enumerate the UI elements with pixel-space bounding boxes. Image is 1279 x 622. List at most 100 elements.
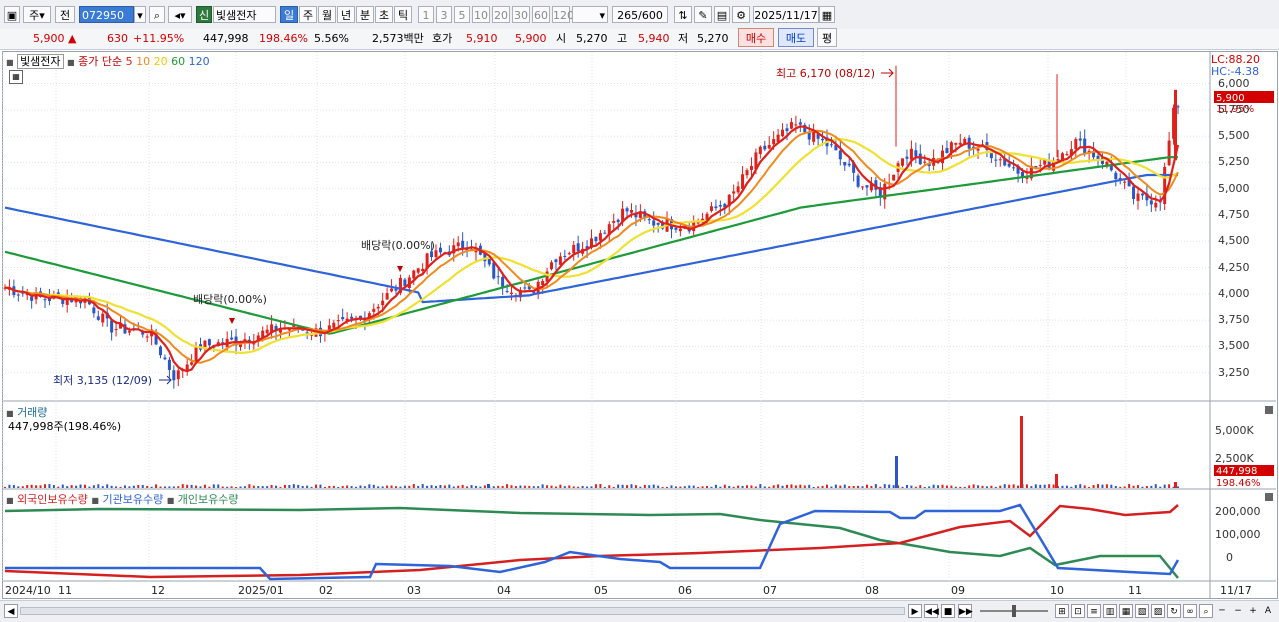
volume-bar — [1079, 484, 1082, 488]
legend-ma-5[interactable]: 5 — [126, 55, 133, 68]
scroll-left-icon[interactable]: ◀ — [4, 604, 18, 618]
volume-bar — [1017, 485, 1020, 488]
bullet-icon: ■ — [166, 496, 175, 505]
volume-bar — [487, 484, 490, 488]
volume-bar — [741, 485, 744, 488]
volume-bar — [306, 485, 309, 488]
volume-bar — [88, 486, 91, 488]
legend-stock-name[interactable]: 빛샘전자 — [17, 54, 64, 69]
volume-bar — [554, 486, 557, 488]
volume-bar — [110, 485, 113, 488]
volume-bar — [786, 484, 788, 488]
legend-ma-60[interactable]: 60 — [171, 55, 185, 68]
volume-bar — [1132, 485, 1135, 488]
volume-bar — [768, 486, 771, 488]
price-ytick: 3,500 — [1218, 339, 1250, 353]
chart-canvas[interactable]: 최고 6,170 (08/12) 최저 3,135 (12/09) 배당락(0.… — [0, 0, 1279, 621]
tool-icon[interactable]: ⊞ — [1055, 604, 1069, 618]
stop-icon[interactable]: ■ — [941, 604, 955, 618]
volume-bar — [612, 486, 615, 488]
candle-body — [145, 336, 149, 338]
volume-bar — [794, 485, 797, 488]
tool-icon[interactable]: ⊡ — [1071, 604, 1085, 618]
volume-bar — [221, 486, 224, 488]
volume-bar — [510, 485, 513, 488]
font-icon[interactable]: A — [1261, 604, 1275, 618]
zoom-out-icon[interactable]: ─ — [1215, 604, 1229, 618]
refresh-icon[interactable]: ↻ — [1167, 604, 1181, 618]
volume-bar — [666, 486, 669, 488]
candle-body — [678, 228, 682, 232]
search-icon[interactable]: ⌕ — [1199, 604, 1213, 618]
x-tick: 12 — [151, 584, 165, 597]
candle-body — [372, 308, 376, 312]
volume-bar — [706, 485, 709, 488]
panel-close-icon[interactable] — [1265, 493, 1273, 501]
volume-bar — [70, 485, 73, 488]
bullet-icon: ■ — [91, 496, 99, 505]
volume-bar — [977, 485, 980, 488]
x-tick: 04 — [497, 584, 511, 597]
volume-bar — [919, 485, 922, 488]
volume-bar — [1168, 484, 1171, 488]
volume-bar — [230, 486, 233, 488]
volume-bar — [1123, 486, 1126, 488]
play-icon[interactable]: ▶ — [908, 604, 922, 618]
forward-icon[interactable]: ▶▶ — [958, 604, 973, 618]
legend-ma-prefix[interactable]: 종가 단순 — [78, 55, 122, 68]
volume-bar — [679, 486, 682, 488]
candle-body — [92, 307, 96, 314]
volume-bar — [506, 484, 509, 488]
tool-icon[interactable]: ▦ — [1119, 604, 1133, 618]
volume-bar — [12, 485, 15, 488]
table-icon[interactable]: ▦ — [9, 70, 23, 84]
scrollbar-track[interactable] — [20, 607, 905, 615]
volume-bar — [1150, 485, 1153, 488]
volume-bar — [697, 486, 700, 488]
candle-body — [941, 150, 945, 164]
volume-bar — [1061, 485, 1064, 488]
tool-icon[interactable]: ≡ — [1087, 604, 1101, 618]
legend-institution[interactable]: 기관보유수량 — [102, 493, 163, 506]
zoom-slider-handle[interactable] — [1012, 605, 1016, 617]
volume-bar — [568, 485, 571, 488]
candle-body — [176, 370, 180, 380]
volume-bar — [363, 486, 366, 488]
legend-ma-120[interactable]: 120 — [189, 55, 210, 68]
legend-ma-20[interactable]: 20 — [154, 55, 168, 68]
candle-body — [1078, 138, 1082, 141]
volume-bar — [1137, 485, 1140, 488]
tool-icon[interactable]: ▨ — [1151, 604, 1165, 618]
rewind-icon[interactable]: ◀◀ — [924, 604, 939, 618]
candle-body — [865, 185, 869, 188]
candle-body — [127, 331, 131, 333]
volume-bar — [945, 485, 948, 488]
volume-bar — [1145, 486, 1148, 488]
candle-body — [430, 251, 434, 258]
candle-body — [781, 129, 785, 137]
candle-body — [807, 132, 811, 140]
legend-individual[interactable]: 개인보유수량 — [178, 493, 239, 506]
volume-bar — [550, 485, 553, 488]
volume-bar — [928, 486, 931, 488]
link-icon[interactable]: ∞ — [1183, 604, 1197, 618]
volume-bar — [4, 486, 6, 488]
price-legend: ■ 빛샘전자 ■ 종가 단순 5 10 20 60 120 — [6, 53, 210, 69]
volume-bar — [1065, 485, 1068, 488]
candle-body — [207, 339, 211, 346]
plus-icon[interactable]: + — [1246, 604, 1260, 618]
tool-icon[interactable]: ▥ — [1103, 604, 1117, 618]
legend-foreign[interactable]: 외국인보유수량 — [17, 493, 88, 506]
volume-bar — [119, 486, 122, 488]
tool-icon[interactable]: ▧ — [1135, 604, 1149, 618]
price-ytick: 3,250 — [1218, 365, 1250, 379]
volume-bar — [92, 485, 95, 488]
volume-bar — [452, 486, 455, 488]
panel-close-icon[interactable] — [1265, 406, 1273, 414]
volume-bar — [35, 485, 38, 488]
volume-bar — [865, 484, 868, 488]
minus-icon[interactable]: − — [1231, 604, 1245, 618]
volume-bar — [683, 486, 686, 488]
legend-ma-10[interactable]: 10 — [136, 55, 150, 68]
volume-bar — [834, 484, 837, 488]
